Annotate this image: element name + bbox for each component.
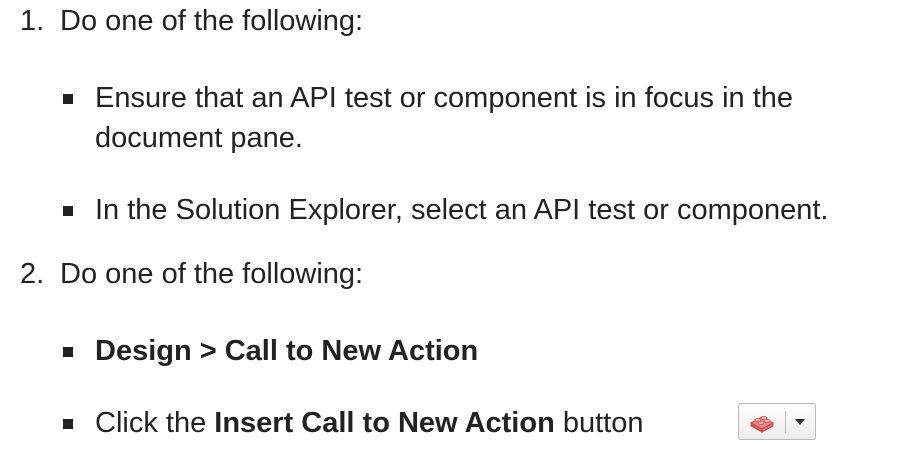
button-divider — [785, 411, 786, 433]
instruction-suffix: button — [554, 407, 644, 439]
bullet-marker — [63, 347, 73, 357]
insert-call-to-new-action-button[interactable] — [738, 403, 816, 440]
instruction-prefix: Click the — [95, 407, 215, 439]
dropdown-arrow-icon[interactable] — [795, 419, 805, 425]
step-number: 2. — [20, 258, 45, 290]
lego-brick-icon — [749, 416, 775, 433]
step-2: 2. Do one of the following: — [20, 258, 363, 290]
button-name: Insert Call to New Action — [214, 407, 555, 439]
step-text: Do one of the following: — [60, 258, 364, 290]
step-number: 1. — [20, 5, 45, 37]
step-text: Do one of the following: — [60, 5, 364, 37]
step-1: 1. Do one of the following: — [20, 5, 363, 37]
menu-path-design-call-to-new-action: Design > Call to New Action — [95, 335, 479, 367]
bullet-marker — [63, 206, 73, 216]
step-1-bullet-1-line-1: Ensure that an API test or component is … — [95, 82, 794, 114]
step-1-bullet-2: In the Solution Explorer, select an API … — [95, 194, 829, 226]
step-1-bullet-1-line-2: document pane. — [95, 122, 303, 154]
bullet-marker — [63, 419, 73, 429]
bullet-marker — [63, 94, 73, 104]
step-2-bullet-2: Click the Insert Call to New Action butt… — [95, 409, 643, 438]
